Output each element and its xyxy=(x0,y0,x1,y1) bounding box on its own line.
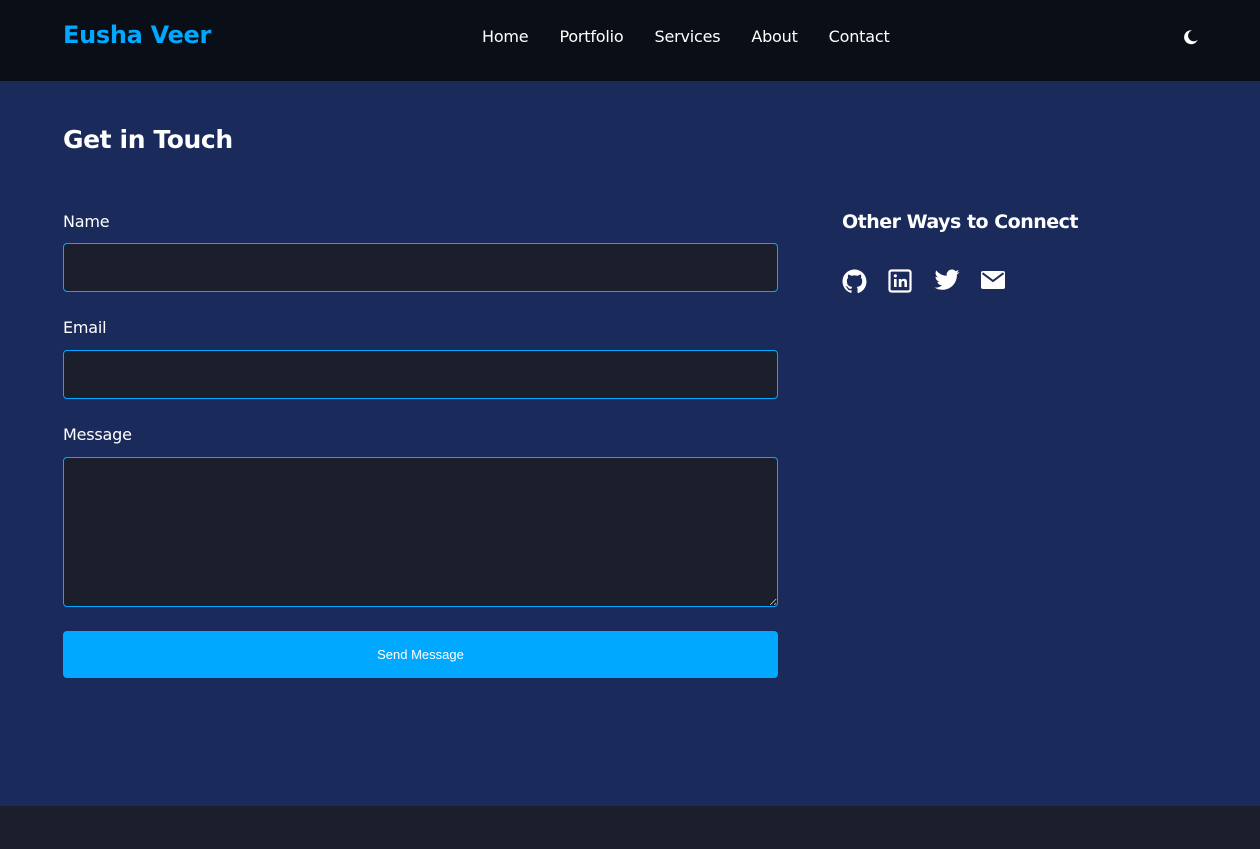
github-icon xyxy=(842,269,867,294)
envelope-icon xyxy=(981,271,1005,289)
social-links xyxy=(842,269,1026,295)
twitter-icon xyxy=(934,269,960,290)
theme-toggle-button[interactable] xyxy=(1182,28,1200,46)
message-label: Message xyxy=(63,425,132,444)
nav-item-services[interactable]: Services xyxy=(654,26,720,48)
email-link[interactable] xyxy=(980,269,1006,295)
email-field[interactable] xyxy=(63,350,778,399)
nav-item-portfolio[interactable]: Portfolio xyxy=(559,26,623,48)
section-title: Get in Touch xyxy=(63,125,233,154)
twitter-link[interactable] xyxy=(934,269,960,295)
linkedin-link[interactable] xyxy=(888,269,914,295)
brand-logo[interactable]: Eusha Veer xyxy=(63,21,211,49)
nav-item-about[interactable]: About xyxy=(751,26,798,48)
name-field[interactable] xyxy=(63,243,778,292)
nav-links: Home Portfolio Services About Contact xyxy=(482,26,921,48)
moon-icon xyxy=(1184,30,1198,45)
other-ways-title: Other Ways to Connect xyxy=(842,211,1079,233)
email-label: Email xyxy=(63,318,107,337)
navbar: Eusha Veer Home Portfolio Services About… xyxy=(0,0,1260,81)
nav-item-contact[interactable]: Contact xyxy=(829,26,890,48)
nav-item-home[interactable]: Home xyxy=(482,26,529,48)
message-field[interactable] xyxy=(63,457,778,607)
name-label: Name xyxy=(63,212,110,231)
send-message-button[interactable]: Send Message xyxy=(63,631,778,678)
contact-section: Get in Touch Name Email Message Send Mes… xyxy=(0,81,1260,806)
linkedin-icon xyxy=(888,269,912,293)
footer xyxy=(0,806,1260,849)
github-link[interactable] xyxy=(842,269,868,295)
